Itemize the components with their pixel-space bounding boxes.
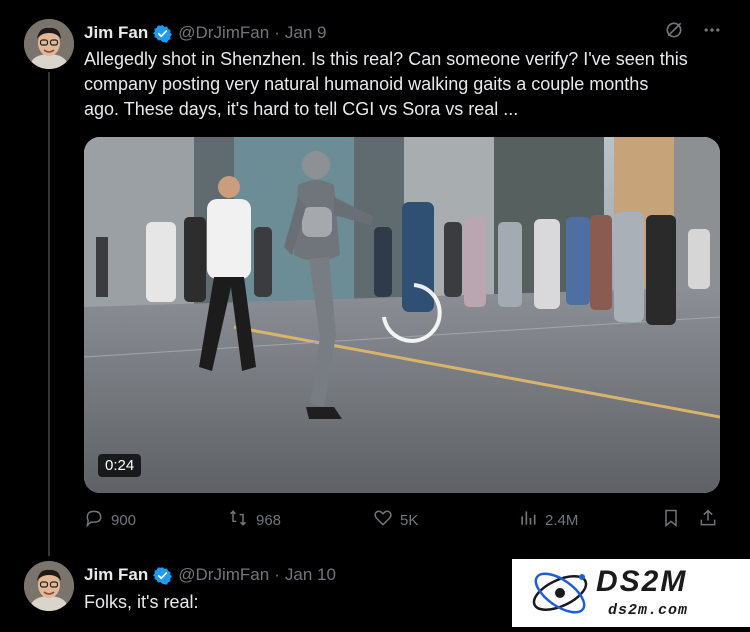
like-button[interactable]: 5K (373, 508, 418, 532)
verified-icon (153, 24, 173, 43)
repost-button[interactable]: 968 (227, 508, 281, 532)
author-handle[interactable]: @DrJimFan (178, 23, 269, 43)
like-count: 5K (400, 511, 419, 529)
avatar[interactable] (24, 19, 74, 69)
share-icon (698, 508, 718, 532)
more-icon[interactable] (702, 20, 722, 45)
video-timestamp: 0:24 (98, 454, 142, 477)
reply-icon (84, 508, 104, 532)
repost-icon (227, 508, 249, 532)
video-frame (84, 137, 720, 493)
tweet-date[interactable]: Jan 9 (285, 23, 327, 43)
tweet-header: Jim Fan @DrJimFan · Jan 10 (84, 565, 336, 585)
tweet-header: Jim Fan @DrJimFan · Jan 9 (84, 23, 326, 43)
tweet-text-line: ago. These days, it's hard to tell CGI v… (84, 99, 519, 119)
bookmark-icon (661, 508, 681, 532)
tweet-date[interactable]: Jan 10 (285, 565, 336, 585)
reply-button[interactable]: 900 (84, 508, 136, 532)
separator: · (274, 23, 280, 42)
views-count: 2.4M (545, 511, 579, 529)
grok-icon[interactable] (664, 20, 684, 45)
tweet-text: Allegedly shot in Shenzhen. Is this real… (84, 47, 688, 122)
tweet-text-line: Allegedly shot in Shenzhen. Is this real… (84, 49, 688, 69)
tweet-text: Folks, it's real: (84, 592, 199, 612)
separator: · (274, 565, 280, 584)
video-player[interactable]: 0:24 (84, 137, 720, 493)
watermark-logo: DS2M ds2m.com (512, 559, 750, 627)
share-button[interactable] (698, 508, 718, 532)
author-name[interactable]: Jim Fan (84, 23, 148, 43)
like-icon (373, 508, 393, 532)
bookmark-button[interactable] (661, 508, 681, 532)
views-icon (518, 508, 538, 532)
tweet-text-line: company posting very natural humanoid wa… (84, 74, 649, 94)
author-name[interactable]: Jim Fan (84, 565, 148, 585)
repost-count: 968 (256, 511, 282, 529)
views-button[interactable]: 2.4M (518, 508, 578, 532)
thread-line (48, 72, 50, 556)
tweet-top-actions (664, 20, 722, 45)
svg-text:ds2m.com: ds2m.com (608, 602, 688, 619)
author-handle[interactable]: @DrJimFan (178, 565, 269, 585)
svg-text:DS2M: DS2M (596, 565, 687, 598)
verified-icon (153, 566, 173, 585)
avatar[interactable] (24, 561, 74, 611)
reply-count: 900 (111, 511, 137, 529)
tweet-actions: 900 968 5K 2.4M (84, 508, 720, 534)
